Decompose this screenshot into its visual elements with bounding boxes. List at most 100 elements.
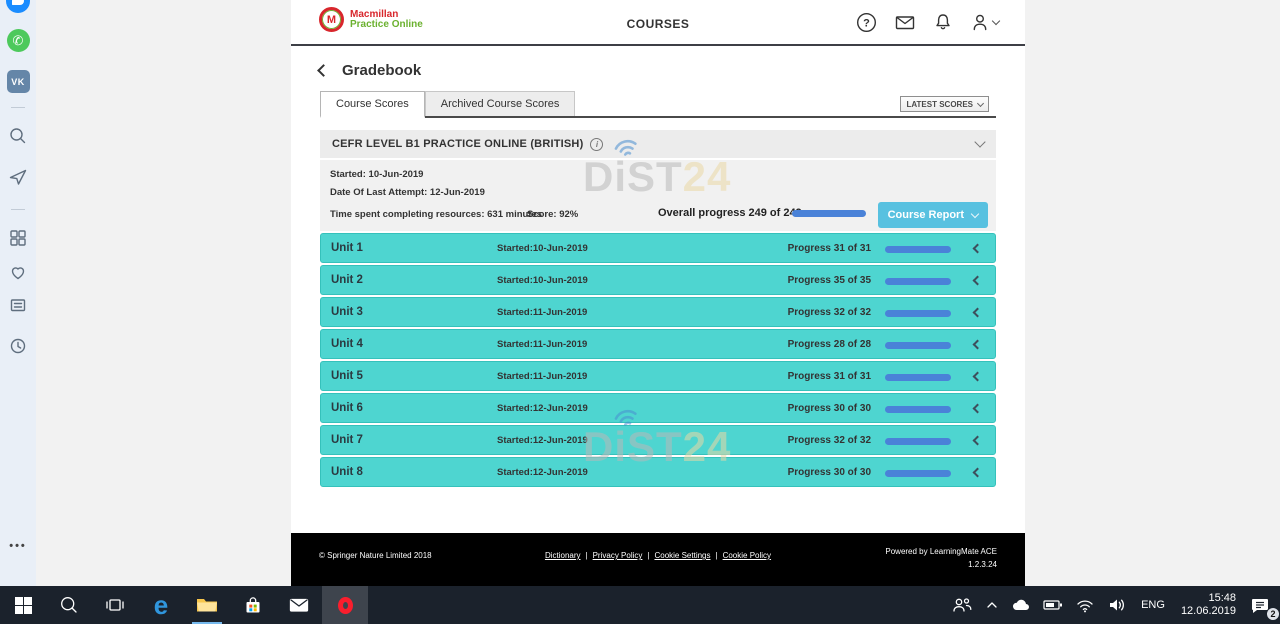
footer-link-dictionary[interactable]: Dictionary <box>545 551 581 560</box>
mail-button[interactable] <box>276 586 322 624</box>
sidebar-divider <box>11 107 25 108</box>
expand-chevron-icon[interactable] <box>973 276 983 286</box>
cloud-icon <box>1011 597 1031 613</box>
expand-chevron-icon[interactable] <box>973 468 983 478</box>
collapse-chevron-icon[interactable] <box>974 136 985 147</box>
messenger-icon[interactable] <box>0 0 36 13</box>
unit-row[interactable]: Unit 6Started:12-Jun-2019Progress 30 of … <box>320 393 996 423</box>
bell-icon[interactable] <box>933 12 953 33</box>
profile-icon <box>970 12 990 33</box>
browser-window: ✆ VK ••• M Macmillan <box>0 0 1280 586</box>
speed-dial-icon[interactable] <box>0 228 36 248</box>
store-button[interactable] <box>230 586 276 624</box>
unit-row[interactable]: Unit 4Started:11-Jun-2019Progress 28 of … <box>320 329 996 359</box>
svg-text:?: ? <box>863 18 870 30</box>
taskbar-search-button[interactable] <box>46 586 92 624</box>
news-feed-icon[interactable] <box>0 295 36 315</box>
windows-logo-icon <box>15 597 32 614</box>
latest-scores-label: LATEST SCORES <box>906 100 973 109</box>
chevron-up-icon <box>985 598 999 612</box>
tray-time: 15:48 <box>1181 592 1236 605</box>
footer-link-cookie-settings[interactable]: Cookie Settings <box>654 551 710 560</box>
sidebar-more-icon[interactable]: ••• <box>0 540 36 552</box>
course-started: Started: 10-Jun-2019 <box>330 169 423 180</box>
latest-scores-dropdown[interactable]: LATEST SCORES <box>900 96 989 112</box>
unit-row[interactable]: Unit 5Started:11-Jun-2019Progress 31 of … <box>320 361 996 391</box>
unit-progress-bar <box>885 438 951 445</box>
overall-progress-bar <box>792 210 866 217</box>
opera-button[interactable] <box>322 586 368 624</box>
clock[interactable]: 15:4812.06.2019 <box>1173 586 1244 624</box>
start-button[interactable] <box>0 586 46 624</box>
people-button[interactable] <box>945 586 979 624</box>
course-header-row[interactable]: CEFR LEVEL B1 PRACTICE ONLINE (BRITISH) … <box>320 130 996 160</box>
report-chevron-icon <box>971 209 979 217</box>
store-icon <box>243 595 263 615</box>
profile-menu[interactable] <box>970 12 999 33</box>
info-icon[interactable]: i <box>590 138 603 151</box>
unit-progress-bar <box>885 342 951 349</box>
page-title: Gradebook <box>342 62 421 79</box>
task-view-button[interactable] <box>92 586 138 624</box>
tab-archived-course-scores[interactable]: Archived Course Scores <box>425 91 576 116</box>
people-icon <box>951 595 973 615</box>
language-indicator[interactable]: ENG <box>1133 586 1173 624</box>
unit-row[interactable]: Unit 3Started:11-Jun-2019Progress 32 of … <box>320 297 996 327</box>
mail-app-icon <box>288 595 310 615</box>
course-panel: CEFR LEVEL B1 PRACTICE ONLINE (BRITISH) … <box>320 130 996 231</box>
my-flow-send-icon[interactable] <box>0 167 36 187</box>
unit-row[interactable]: Unit 2Started:10-Jun-2019Progress 35 of … <box>320 265 996 295</box>
expand-chevron-icon[interactable] <box>973 436 983 446</box>
back-button[interactable] <box>317 64 330 77</box>
expand-chevron-icon[interactable] <box>973 404 983 414</box>
course-score: Score: 92% <box>527 209 578 220</box>
search-icon[interactable] <box>0 126 36 146</box>
volume-button[interactable] <box>1101 586 1133 624</box>
expand-chevron-icon[interactable] <box>973 372 983 382</box>
help-icon[interactable]: ? <box>856 12 877 33</box>
file-explorer-icon <box>195 595 219 615</box>
overall-progress-label: Overall progress 249 of 249 <box>658 207 802 219</box>
history-clock-icon[interactable] <box>0 336 36 356</box>
expand-chevron-icon[interactable] <box>973 340 983 350</box>
unit-progress-bar <box>885 406 951 413</box>
action-center-button[interactable]: 2 <box>1244 586 1280 624</box>
task-view-icon <box>105 595 125 615</box>
course-details: Started: 10-Jun-2019 Date Of Last Attemp… <box>320 160 996 231</box>
file-explorer-button[interactable] <box>184 586 230 624</box>
page-content: M Macmillan Practice Online COURSES ? <box>291 0 1025 586</box>
unit-progress-bar <box>885 278 951 285</box>
footer-link-privacy[interactable]: Privacy Policy <box>593 551 643 560</box>
site-footer: © Springer Nature Limited 2018 Dictionar… <box>291 533 1025 586</box>
footer-link-cookie-policy[interactable]: Cookie Policy <box>723 551 771 560</box>
search-icon <box>59 595 79 615</box>
speaker-icon <box>1107 597 1127 613</box>
windows-taskbar: e <box>0 586 1280 624</box>
bookmarks-heart-icon[interactable] <box>0 262 36 282</box>
unit-progress-bar <box>885 374 951 381</box>
expand-chevron-icon[interactable] <box>973 308 983 318</box>
footer-copyright: © Springer Nature Limited 2018 <box>319 551 432 560</box>
battery-button[interactable] <box>1037 586 1069 624</box>
profile-chevron-icon <box>992 17 1000 25</box>
unit-progress-bar <box>885 246 951 253</box>
vk-icon[interactable]: VK <box>0 70 36 93</box>
unit-row[interactable]: Unit 8Started:12-Jun-2019Progress 30 of … <box>320 457 996 487</box>
opera-sidebar: ✆ VK ••• <box>0 0 36 586</box>
course-time-spent: Time spent completing resources: 631 min… <box>330 209 542 220</box>
unit-row[interactable]: Unit 1Started:10-Jun-2019Progress 31 of … <box>320 233 996 263</box>
edge-button[interactable]: e <box>138 586 184 624</box>
site-header: M Macmillan Practice Online COURSES ? <box>291 0 1025 46</box>
tray-expand-button[interactable] <box>979 586 1005 624</box>
unit-row[interactable]: Unit 7Started:12-Jun-2019Progress 32 of … <box>320 425 996 455</box>
whatsapp-icon[interactable]: ✆ <box>0 29 36 52</box>
network-button[interactable] <box>1069 586 1101 624</box>
course-report-button[interactable]: Course Report <box>878 202 988 228</box>
sidebar-divider <box>11 209 25 210</box>
tray-date: 12.06.2019 <box>1181 605 1236 618</box>
tab-course-scores[interactable]: Course Scores <box>320 91 425 118</box>
onedrive-button[interactable] <box>1005 586 1037 624</box>
expand-chevron-icon[interactable] <box>973 244 983 254</box>
unit-progress-bar <box>885 310 951 317</box>
mail-icon[interactable] <box>894 12 916 33</box>
